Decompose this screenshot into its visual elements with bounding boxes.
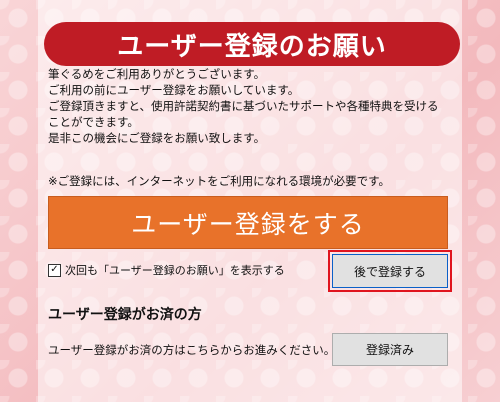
intro-line: ことができます。 <box>48 115 139 129</box>
intro-line: 是非この機会にご登録をお願い致します。 <box>48 131 266 145</box>
already-registered-button[interactable]: 登録済み <box>332 333 448 366</box>
registered-section-text: ユーザー登録がお済の方はこちらからお進みください。 <box>48 343 336 357</box>
show-again-label: 次回も「ユーザー登録のお願い」を表示する <box>65 264 285 277</box>
show-again-checkbox[interactable]: ✓ <box>48 263 61 277</box>
register-button[interactable]: ユーザー登録をする <box>48 196 448 249</box>
internet-notice: ※ご登録には、インターネットをご利用になれる環境が必要です。 <box>48 174 390 188</box>
intro-text: 筆ぐるめをご利用ありがとうございます。 ご利用の前にユーザー登録をお願いしていま… <box>48 66 468 146</box>
intro-line: ご登録頂きますと、使用許諾契約書に基づいたサポートや各種特典を受ける <box>48 99 439 113</box>
register-button-label: ユーザー登録をする <box>131 209 365 239</box>
show-again-option[interactable]: ✓ 次回も「ユーザー登録のお願い」を表示する <box>48 262 285 278</box>
intro-line: 筆ぐるめをご利用ありがとうございます。 <box>48 67 266 81</box>
title-banner: ユーザー登録のお願い <box>44 22 460 66</box>
page-title: ユーザー登録のお願い <box>117 31 387 62</box>
checkmark-icon: ✓ <box>50 264 59 275</box>
register-later-button[interactable]: 後で登録する <box>332 254 448 288</box>
intro-line: ご利用の前にユーザー登録をお願いしています。 <box>48 83 300 97</box>
registered-section-heading: ユーザー登録がお済の方 <box>48 307 202 323</box>
